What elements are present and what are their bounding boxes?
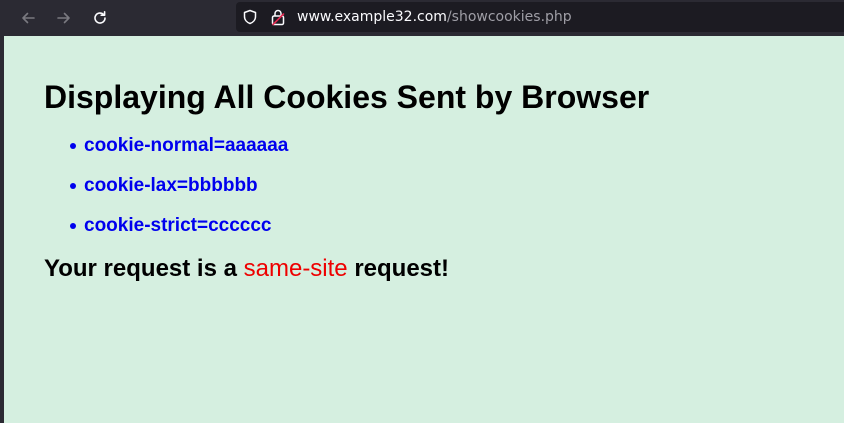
- arrow-right-icon: [57, 12, 70, 24]
- back-button[interactable]: [14, 4, 42, 32]
- cookie-text: cookie-strict=cccccc: [84, 215, 272, 236]
- url-path: /showcookies.php: [446, 9, 572, 25]
- arrow-left-icon: [22, 12, 35, 24]
- browser-window: www.example32.com/showcookies.php Displa…: [0, 0, 844, 423]
- url-text[interactable]: www.example32.com/showcookies.php: [297, 8, 572, 26]
- cookie-text: cookie-lax=bbbbbb: [84, 175, 258, 196]
- cookie-item-lax: cookie-lax=bbbbbb: [70, 173, 288, 213]
- address-bar[interactable]: www.example32.com/showcookies.php: [236, 2, 844, 32]
- cookie-item-strict: cookie-strict=cccccc: [70, 213, 288, 253]
- request-prefix: Your request is a: [44, 255, 244, 282]
- request-type-highlight: same-site: [243, 255, 348, 282]
- request-type-line: Your request is a same-site request!: [44, 254, 449, 284]
- cookie-text: cookie-normal=aaaaaa: [84, 135, 289, 156]
- page-content: Displaying All Cookies Sent by Browser c…: [4, 36, 844, 423]
- shield-icon[interactable]: [242, 9, 258, 25]
- cookie-item-normal: cookie-normal=aaaaaa: [70, 133, 289, 173]
- reload-button[interactable]: [86, 4, 114, 32]
- reload-icon: [94, 11, 106, 24]
- forward-button[interactable]: [50, 4, 78, 32]
- request-suffix: request!: [347, 255, 450, 282]
- url-domain: www.example32.com: [297, 9, 447, 25]
- lock-icon[interactable]: [270, 8, 286, 26]
- list-bullet: [70, 223, 76, 229]
- browser-toolbar: www.example32.com/showcookies.php: [0, 0, 844, 36]
- cookie-list: cookie-normal=aaaaaa cookie-lax=bbbbbb c…: [70, 133, 289, 253]
- list-bullet: [70, 143, 76, 149]
- page-title: Displaying All Cookies Sent by Browser: [44, 79, 650, 115]
- list-bullet: [70, 183, 76, 189]
